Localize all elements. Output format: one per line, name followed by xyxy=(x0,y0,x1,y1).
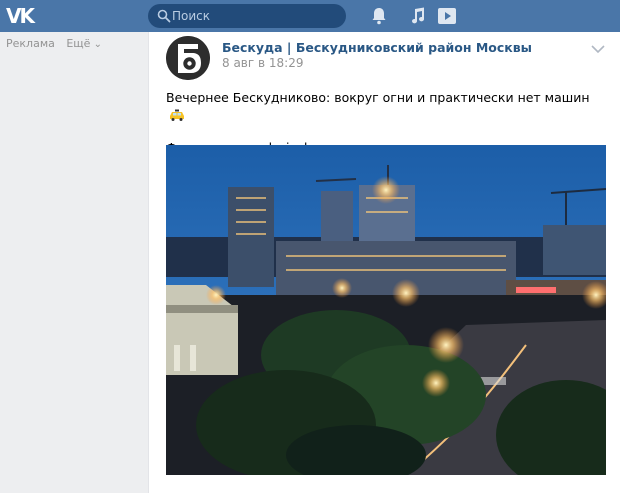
search-box[interactable] xyxy=(148,4,346,28)
chevron-down-icon[interactable] xyxy=(591,44,605,54)
post-photo[interactable] xyxy=(166,145,606,475)
post-author-link[interactable]: Бескуда | Бескудниковский район Москвы xyxy=(222,40,532,55)
left-menu-links: Реклама Ещё xyxy=(6,37,110,50)
video-icon[interactable] xyxy=(437,6,457,26)
search-input[interactable] xyxy=(172,7,340,25)
vk-logo[interactable]: VK xyxy=(6,6,35,26)
bell-icon[interactable] xyxy=(369,6,389,26)
search-icon xyxy=(157,9,171,23)
more-link[interactable]: Ещё xyxy=(66,37,102,50)
top-navigation-bar: VK xyxy=(0,0,620,32)
avatar[interactable] xyxy=(166,36,210,80)
music-icon[interactable] xyxy=(408,6,428,26)
post-text-line: Вечернее Бескудниково: вокруг огни и пра… xyxy=(166,90,590,105)
taxi-icon xyxy=(170,109,184,121)
post-date[interactable]: 8 авг в 18:29 xyxy=(222,56,303,70)
wall-post: Бескуда | Бескудниковский район Москвы 8… xyxy=(148,32,620,493)
ads-link[interactable]: Реклама xyxy=(6,37,55,50)
